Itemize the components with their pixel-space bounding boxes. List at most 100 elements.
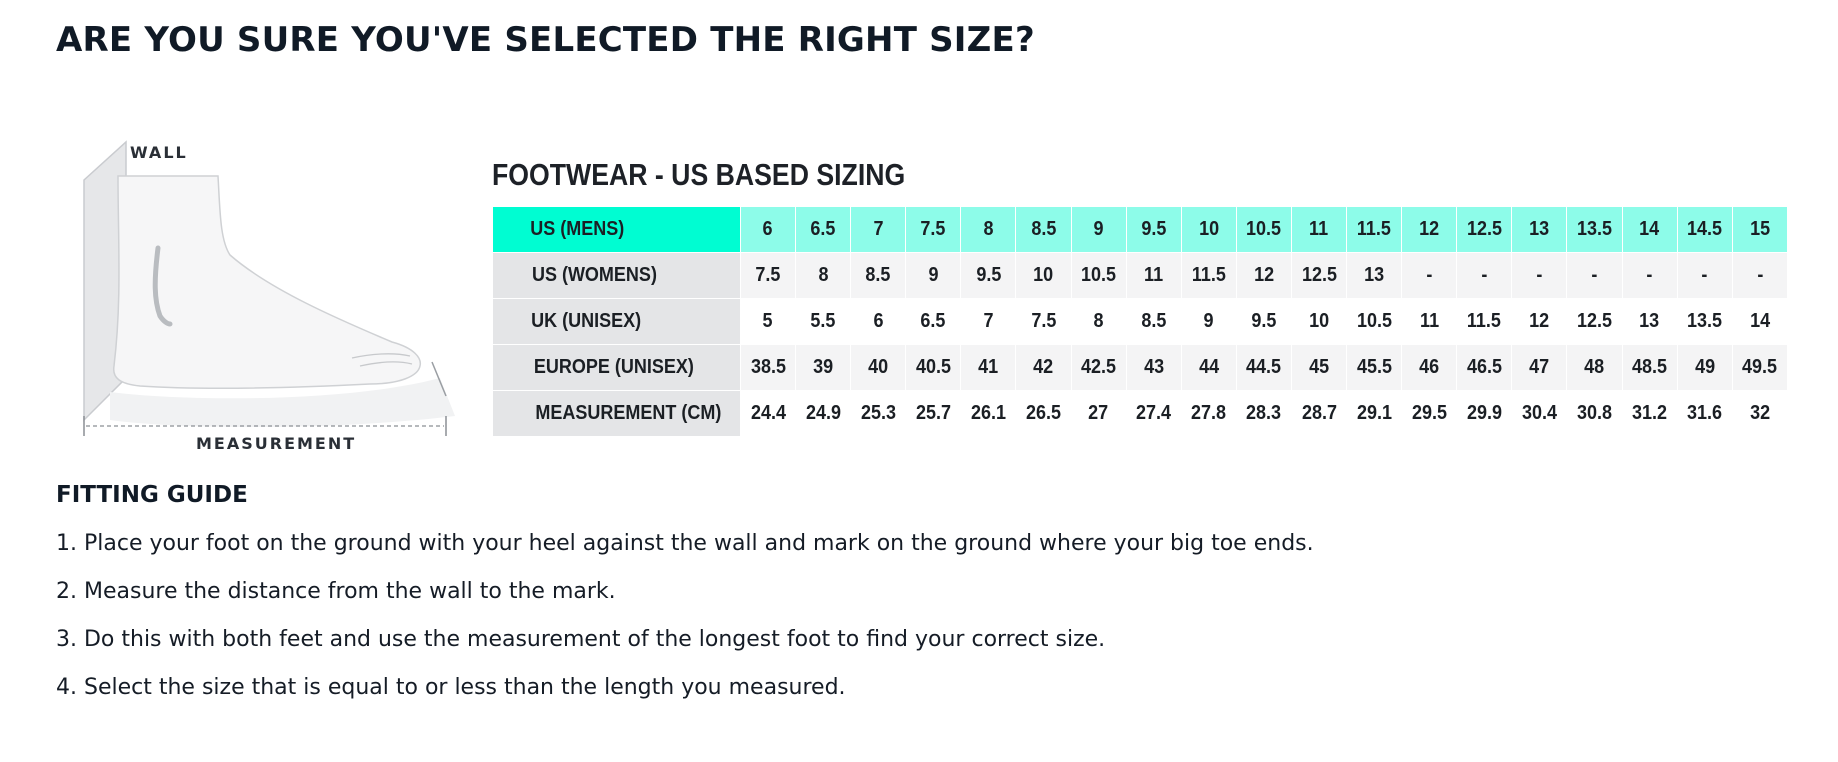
size-cell-value: 26.1 — [970, 402, 1006, 424]
size-cell: 45 — [1290, 344, 1348, 391]
size-cell: 31.6 — [1676, 390, 1733, 437]
size-cell: 39 — [795, 344, 852, 391]
size-cell: 8 — [960, 206, 1017, 253]
size-row-label: US (MENS) — [492, 206, 741, 253]
size-cell: 8.5 — [850, 252, 907, 299]
size-cell: 38.5 — [739, 344, 797, 391]
size-cell: 26.1 — [960, 390, 1017, 437]
size-cell-value: 8.5 — [1031, 218, 1057, 240]
size-cell: 9.5 — [960, 252, 1017, 299]
size-cell: 27.8 — [1180, 390, 1237, 437]
size-cell: 47 — [1511, 344, 1568, 391]
page-title: ARE YOU SURE YOU'VE SELECTED THE RIGHT S… — [56, 20, 1035, 60]
size-cell: 12.5 — [1290, 252, 1348, 299]
size-cell-value: 13 — [1529, 218, 1550, 240]
size-cell-value: 9.5 — [975, 264, 1001, 286]
size-cell: 8 — [1070, 298, 1127, 345]
size-cell: 11 — [1290, 206, 1348, 253]
fitting-step: 2. Measure the distance from the wall to… — [56, 579, 616, 604]
size-cell-value: 9 — [1093, 218, 1104, 240]
size-cell-value: 49 — [1694, 356, 1715, 378]
size-chart-body: US (MENS) 6 6.5 7 7.5 8 8.5 9 9.5 10 10.5 11 11.5 12 1… — [492, 206, 1789, 437]
size-cell: 8.5 — [1015, 206, 1072, 253]
size-cell-value: 10 — [1308, 310, 1329, 332]
size-cell-value: 10 — [1198, 218, 1219, 240]
fitting-guide-steps: 1. Place your foot on the ground with yo… — [56, 526, 1314, 718]
size-cell-value: 12 — [1419, 218, 1440, 240]
size-cell-value: 7 — [873, 218, 884, 240]
size-cell: 10.5 — [1235, 206, 1292, 253]
size-cell-value: 13.5 — [1576, 218, 1612, 240]
size-cell-value: 39 — [813, 356, 834, 378]
size-cell: 29.1 — [1346, 390, 1403, 437]
size-cell: - — [1621, 252, 1678, 299]
size-cell: 10.5 — [1346, 298, 1403, 345]
size-cell-value: 7.5 — [920, 218, 946, 240]
size-row-measurement: MEASUREMENT (CM) 24.4 24.9 25.3 25.7 26.1 26.5… — [492, 390, 1789, 437]
size-row-label-text: EUROPE (UNISEX) — [533, 356, 694, 378]
size-cell-value: 15 — [1749, 218, 1770, 240]
size-cell: 10.5 — [1070, 252, 1127, 299]
size-cell-value: 12.5 — [1576, 310, 1612, 332]
size-cell-value: 9 — [928, 264, 939, 286]
size-cell-value: 30.8 — [1576, 402, 1612, 424]
size-cell: 8.5 — [1125, 298, 1182, 345]
size-cell-value: 11.5 — [1357, 218, 1392, 240]
size-cell: 31.2 — [1621, 390, 1678, 437]
size-cell-value: 48 — [1584, 356, 1605, 378]
size-cell: 27 — [1070, 390, 1127, 437]
size-cell: 12 — [1235, 252, 1292, 299]
size-cell-value: 41 — [978, 356, 999, 378]
size-cell-value: 29.1 — [1356, 402, 1392, 424]
size-row-label-text: MEASUREMENT (CM) — [535, 402, 722, 424]
size-cell-value: 25.7 — [915, 402, 951, 424]
size-cell-value: 40.5 — [915, 356, 951, 378]
size-cell-value: 6.5 — [810, 218, 836, 240]
size-cell: 26.5 — [1015, 390, 1072, 437]
size-cell-value: 44 — [1198, 356, 1219, 378]
size-cell-value: 5 — [763, 310, 774, 332]
size-cell-value: 11 — [1309, 218, 1329, 240]
size-cell: 24.9 — [795, 390, 852, 437]
size-cell: 9.5 — [1235, 298, 1292, 345]
size-cell-value: 8 — [1093, 310, 1104, 332]
size-cell-value: 25.3 — [860, 402, 896, 424]
size-cell: 14.5 — [1676, 206, 1733, 253]
size-cell-value: - — [1481, 264, 1488, 286]
size-cell: 14 — [1731, 298, 1789, 345]
size-cell-value: 11 — [1144, 264, 1164, 286]
size-cell-value: 29.5 — [1411, 402, 1447, 424]
size-cell: 28.7 — [1290, 390, 1348, 437]
size-cell-value: 5.5 — [810, 310, 836, 332]
size-cell: 44 — [1180, 344, 1237, 391]
size-cell-value: 26.5 — [1025, 402, 1062, 424]
size-cell-value: 48.5 — [1632, 356, 1668, 378]
size-cell-value: - — [1646, 264, 1653, 286]
size-cell: - — [1676, 252, 1733, 299]
size-cell-value: 10 — [1033, 264, 1054, 286]
size-cell-value: 47 — [1529, 356, 1550, 378]
size-row-label: MEASUREMENT (CM) — [492, 390, 741, 437]
size-row-label: US (WOMENS) — [492, 252, 741, 299]
size-cell: 48.5 — [1621, 344, 1678, 391]
size-cell: 11 — [1125, 252, 1182, 299]
size-cell: 30.4 — [1511, 390, 1568, 437]
size-cell-value: 8 — [818, 264, 829, 286]
size-cell: - — [1456, 252, 1513, 299]
size-cell-value: 12.5 — [1301, 264, 1337, 286]
size-cell: 41 — [960, 344, 1017, 391]
size-cell-value: 10.5 — [1246, 218, 1282, 240]
measurement-label: MEASUREMENT — [196, 434, 356, 453]
size-cell: 9.5 — [1125, 206, 1182, 253]
size-cell: 6 — [850, 298, 907, 345]
size-cell-value: 43 — [1143, 356, 1164, 378]
size-cell-value: 14.5 — [1687, 218, 1723, 240]
size-row-europe: EUROPE (UNISEX) 38.5 39 40 40.5 41 42 42.5 43 44 4… — [492, 344, 1789, 391]
size-cell: 13 — [1511, 206, 1568, 253]
size-cell-value: 8.5 — [1141, 310, 1167, 332]
size-cell: 40 — [850, 344, 907, 391]
size-cell: 29.9 — [1456, 390, 1513, 437]
size-cell: 7.5 — [739, 252, 797, 299]
size-cell: 11.5 — [1346, 206, 1403, 253]
size-row-mens: US (MENS) 6 6.5 7 7.5 8 8.5 9 9.5 10 10.5 11 11.5 12 1… — [492, 206, 1789, 253]
